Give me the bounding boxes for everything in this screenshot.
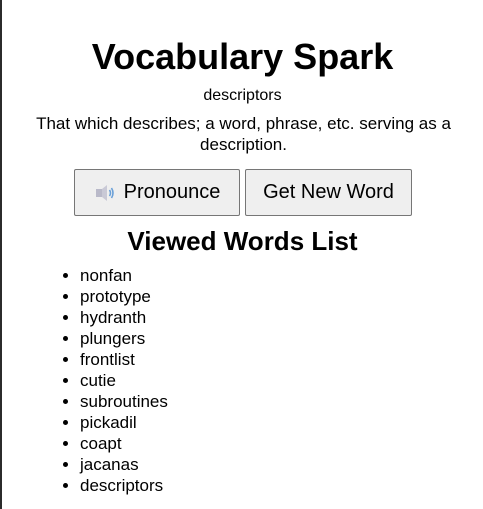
vocabulary-app: Vocabulary Spark descriptors That which … xyxy=(2,0,483,509)
list-item: jacanas xyxy=(80,454,168,475)
speaker-icon xyxy=(94,184,116,202)
viewed-words-list: nonfan prototype hydranth plungers front… xyxy=(40,265,168,496)
list-item: prototype xyxy=(80,286,168,307)
viewed-words-title: Viewed Words List xyxy=(127,226,358,256)
list-item: cutie xyxy=(80,370,168,391)
get-new-word-button[interactable]: Get New Word xyxy=(245,169,412,216)
list-item: plungers xyxy=(80,328,168,349)
list-item: hydranth xyxy=(80,307,168,328)
list-item: nonfan xyxy=(80,265,168,286)
list-item: subroutines xyxy=(80,391,168,412)
action-buttons: Pronounce Get New Word xyxy=(74,169,412,216)
app-title: Vocabulary Spark xyxy=(91,36,394,77)
list-item: pickadil xyxy=(80,412,168,433)
list-item: frontlist xyxy=(80,349,168,370)
current-word: descriptors xyxy=(203,87,282,104)
list-item: coapt xyxy=(80,433,168,454)
word-definition: That which describes; a word, phrase, et… xyxy=(36,114,451,154)
get-new-word-label: Get New Word xyxy=(263,181,394,203)
list-item: descriptors xyxy=(80,475,168,496)
pronounce-label: Pronounce xyxy=(123,181,221,203)
pronounce-button[interactable]: Pronounce xyxy=(74,169,240,216)
